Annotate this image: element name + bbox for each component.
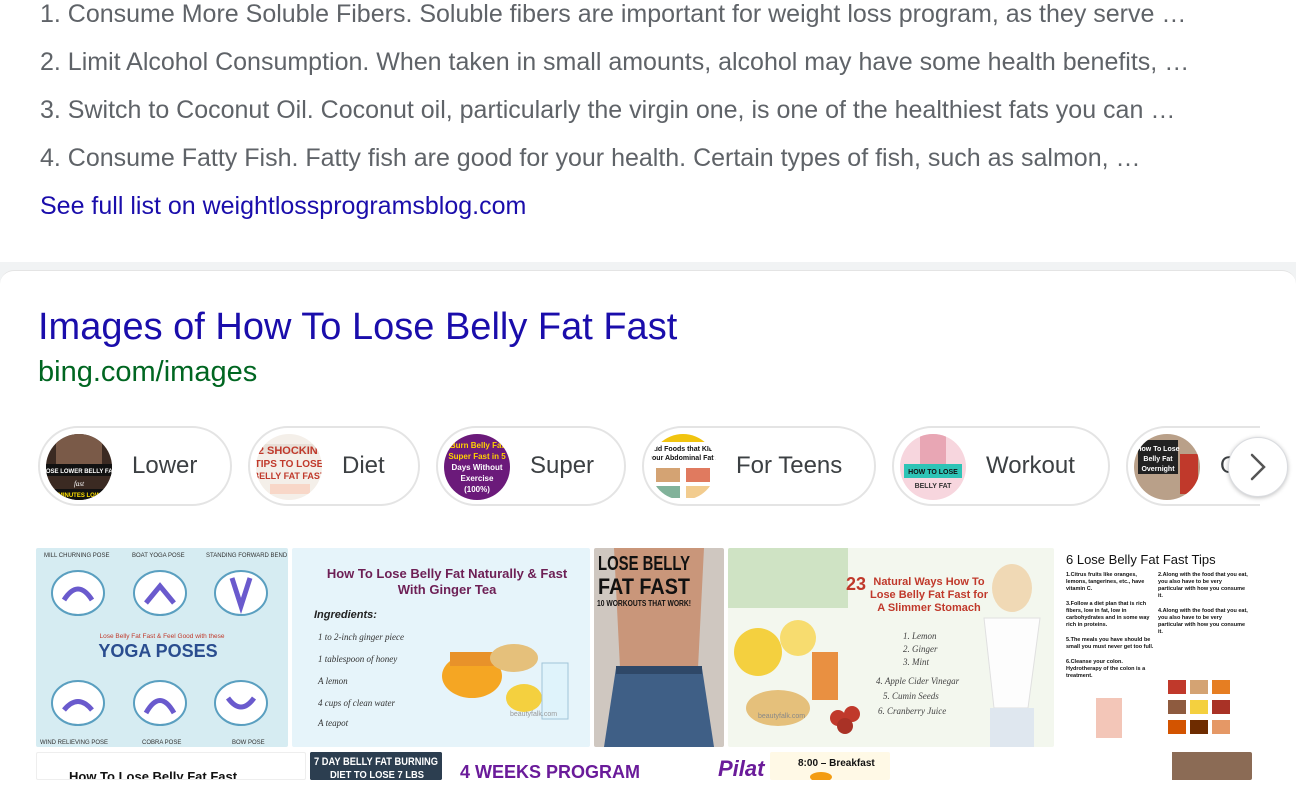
tip: 2.Along with the food that you eat, you … <box>1158 572 1248 599</box>
image-result-7-day-diet[interactable]: 7 DAY BELLY FAT BURNING DIET TO LOSE 7 L… <box>310 752 442 780</box>
ingredient: 1 to 2-inch ginger piece <box>318 632 404 642</box>
svg-text:Burn Belly Fat: Burn Belly Fat <box>450 441 505 450</box>
image-result-yoga-poses[interactable]: MILL CHURNING POSE BOAT YOGA POSE STANDI… <box>36 548 288 747</box>
tile-title: 6 Lose Belly Fat Fast Tips <box>1066 552 1216 567</box>
svg-text:15-MINUTES LOWER: 15-MINUTES LOWER <box>49 493 109 499</box>
images-title-link[interactable]: Images of How To Lose Belly Fat Fast <box>38 306 677 349</box>
chip-thumbnail: LOSE LOWER BELLY FAT fast 15-MINUTES LOW… <box>46 434 112 500</box>
image-result-6-tips[interactable]: 6 Lose Belly Fat Fast Tips 1.Citrus frui… <box>1058 548 1252 747</box>
image-result-lose-belly-fat-fast[interactable]: LOSE BELLY FAT FAST 10 WORKOUTS THAT WOR… <box>594 548 724 747</box>
tile-list-item: 1. Lemon <box>903 631 937 641</box>
tile-title: 8:00 – Breakfast <box>798 758 875 769</box>
chip-thumbnail: 12 SHOCKING TIPS TO LOSE BELLY FAT FAST <box>256 434 322 500</box>
chip-super[interactable]: Burn Belly Fat Super Fast in 5 Days With… <box>436 426 626 506</box>
chip-thumbnail: HOW TO LOSE BELLY FAT <box>900 434 966 500</box>
tip: 1.Citrus fruits like oranges, lemons, ta… <box>1066 572 1145 592</box>
chip-thumbnail: Burn Belly Fat Super Fast in 5 Days With… <box>444 434 510 500</box>
pose-label: BOW POSE <box>232 740 265 746</box>
tile-title-line: DIET TO LOSE 7 LBS <box>330 770 424 780</box>
svg-text:Add Foods that KILL: Add Foods that KILL <box>650 446 716 453</box>
list-item: 3. Switch to Coconut Oil. Coconut oil, p… <box>40 96 1176 124</box>
chip-workout[interactable]: HOW TO LOSE BELLY FAT Workout <box>892 426 1110 506</box>
image-result-how-to-lose[interactable]: How To Lose Belly Fat Fast <box>36 752 306 780</box>
tile-credit: beautyfalk.com <box>510 711 557 718</box>
svg-text:your Abdominal Fat?: your Abdominal Fat? <box>650 455 716 462</box>
ingredient: A teapot <box>317 718 349 728</box>
images-source-url: bing.com/images <box>38 356 258 388</box>
tile-title: YOGA POSES <box>98 641 217 661</box>
tile-title: 4 WEEKS PROGRAM <box>460 762 641 780</box>
svg-text:Days Without: Days Without <box>451 463 502 472</box>
tile-title: How To Lose Belly Fat Fast <box>69 769 238 780</box>
ingredient: A lemon <box>317 676 348 686</box>
chip-label: Diet <box>342 452 385 479</box>
svg-text:Overnight: Overnight <box>1141 466 1175 473</box>
chip-label: Workout <box>986 452 1075 479</box>
chip-thumbnail: How To Lose Belly Fat Overnight <box>1134 434 1200 500</box>
tile-title-line: LOSE BELLY <box>598 553 690 575</box>
tile-subtitle: Lose Belly Fat Fast & Feel Good with the… <box>99 633 224 640</box>
tile-list-item: 5. Cumin Seeds <box>883 691 939 701</box>
tile-title: How To Lose Belly Fat Naturally & Fast W… <box>326 566 568 597</box>
image-result-breakfast[interactable]: 8:00 – Breakfast <box>770 752 890 780</box>
image-result-4-weeks-program[interactable]: 4 WEEKS PROGRAM Pilat <box>446 752 766 780</box>
tile-subtitle: 10 WORKOUTS THAT WORK! <box>597 599 691 608</box>
svg-text:Belly Fat: Belly Fat <box>1143 456 1173 463</box>
svg-text:fast: fast <box>74 480 85 488</box>
svg-text:Super Fast in 5: Super Fast in 5 <box>448 452 506 461</box>
svg-text:BELLY FAT: BELLY FAT <box>915 483 953 490</box>
tile-title-line: FAT FAST <box>598 574 690 599</box>
svg-text:HOW TO LOSE: HOW TO LOSE <box>908 469 958 476</box>
svg-text:How To Lose: How To Lose <box>1136 446 1179 453</box>
tip: 6.Cleanse your colon. Hydrotherapy of th… <box>1066 659 1146 679</box>
svg-text:LOSE LOWER BELLY FAT: LOSE LOWER BELLY FAT <box>46 469 112 475</box>
ingredient: 1 tablespoon of honey <box>318 654 397 664</box>
tile-title: Natural Ways How To Lose Belly Fat Fast … <box>870 576 988 614</box>
pose-label: COBRA POSE <box>142 740 181 746</box>
tip: 3.Follow a diet plan that is rich fibers… <box>1066 601 1150 628</box>
pose-label: WIND RELIEVING POSE <box>40 740 108 746</box>
result-card <box>0 0 1296 262</box>
tile-title: Pilat <box>718 756 765 780</box>
svg-text:TIPS TO LOSE: TIPS TO LOSE <box>256 459 322 470</box>
list-item: 2. Limit Alcohol Consumption. When taken… <box>40 48 1190 76</box>
ingredient: 4 cups of clean water <box>318 698 395 708</box>
tile-list-item: 3. Mint <box>902 657 929 667</box>
list-item: 4. Consume Fatty Fish. Fatty fish are go… <box>40 144 1141 172</box>
list-item: 1. Consume More Soluble Fibers. Soluble … <box>40 0 1187 28</box>
svg-text:BELLY FAT FAST: BELLY FAT FAST <box>256 471 322 481</box>
tile-list-item: 2. Ginger <box>903 644 938 654</box>
chip-for-teens[interactable]: Add Foods that KILL your Abdominal Fat? … <box>642 426 876 506</box>
tile-credit: beautyfalk.com <box>758 713 805 720</box>
image-result-photo[interactable] <box>894 752 1252 780</box>
tile-number: 23 <box>846 574 866 594</box>
tile-heading: Ingredients: <box>314 609 377 621</box>
svg-text:12 SHOCKING: 12 SHOCKING <box>256 445 322 457</box>
image-result-ginger-tea[interactable]: How To Lose Belly Fat Naturally & Fast W… <box>292 548 590 747</box>
tile-list-item: 4. Apple Cider Vinegar <box>876 676 960 686</box>
see-full-list-link[interactable]: See full list on weightlossprogramsblog.… <box>40 192 526 221</box>
chip-diet[interactable]: 12 SHOCKING TIPS TO LOSE BELLY FAT FAST … <box>248 426 420 506</box>
carousel-next-button[interactable] <box>1228 437 1288 497</box>
pose-label: STANDING FORWARD BEND <box>206 553 288 559</box>
photo-image <box>1172 752 1252 780</box>
svg-text:Exercise: Exercise <box>461 474 494 483</box>
tip: 4.Along with the food that you eat, you … <box>1158 608 1248 635</box>
chip-label: Lower <box>132 452 198 479</box>
pose-label: BOAT YOGA POSE <box>132 553 185 559</box>
chevron-right-icon <box>1250 453 1266 481</box>
tile-list-item: 6. Cranberry Juice <box>878 706 946 716</box>
chip-label: For Teens <box>736 452 843 479</box>
pose-label: MILL CHURNING POSE <box>44 553 109 559</box>
svg-text:(100%): (100%) <box>464 485 490 494</box>
chip-thumbnail: Add Foods that KILL your Abdominal Fat? <box>650 434 716 500</box>
food-image <box>810 772 832 780</box>
chip-label: Super <box>530 452 595 479</box>
chip-lower[interactable]: LOSE LOWER BELLY FAT fast 15-MINUTES LOW… <box>38 426 232 506</box>
image-result-23-natural-ways[interactable]: 23 Natural Ways How To Lose Belly Fat Fa… <box>728 548 1054 747</box>
tile-title-line: 7 DAY BELLY FAT BURNING <box>314 756 438 768</box>
related-searches-carousel: LOSE LOWER BELLY FAT fast 15-MINUTES LOW… <box>38 426 1260 510</box>
tip: 5.The meals you have should be small you… <box>1066 637 1154 650</box>
